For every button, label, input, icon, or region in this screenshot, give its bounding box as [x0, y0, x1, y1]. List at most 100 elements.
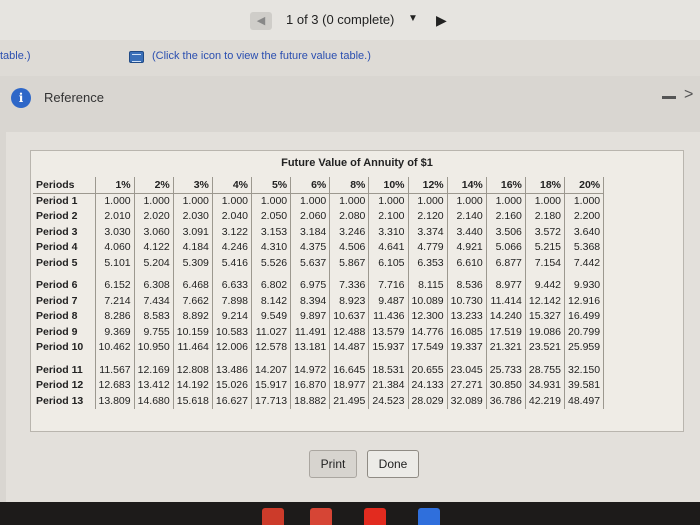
done-button[interactable]: Done: [367, 450, 419, 478]
table-cell: 14.192: [173, 377, 213, 393]
annuity-table-container[interactable]: Future Value of Annuity of $1 Periods 1% 2…: [30, 150, 684, 432]
table-cell: 7.898: [212, 293, 253, 309]
print-button[interactable]: Print: [309, 450, 357, 478]
table-cell: 32.150: [564, 362, 605, 378]
periods-header: Periods: [33, 177, 96, 194]
spacer-cell: [525, 355, 566, 362]
table-cell: 9.549: [251, 308, 292, 324]
table-cell: 5.526: [251, 255, 292, 271]
table-cell: 13.233: [447, 308, 487, 324]
table-cell: 28.755: [525, 362, 566, 378]
period-label: Period 13: [33, 393, 96, 409]
table-cell: 3.091: [173, 224, 213, 240]
youtube-icon[interactable]: [364, 508, 386, 525]
docs-icon[interactable]: [418, 508, 440, 525]
table-cell: 27.271: [447, 377, 487, 393]
table-cell: 8.286: [95, 308, 135, 324]
minimize-icon[interactable]: [662, 96, 676, 99]
table-cell: 2.020: [134, 208, 174, 224]
table-cell: 20.799: [564, 324, 605, 340]
table-cell: 3.153: [251, 224, 292, 240]
table-cell: 2.180: [525, 208, 566, 224]
table-cell: 12.006: [212, 339, 253, 355]
table-row: Period 12 12.683 13.412 14.192 15.026 15.917 1…: [33, 377, 605, 393]
spacer-cell: [486, 355, 526, 362]
table-cell: 3.246: [329, 224, 370, 240]
caret-down-icon[interactable]: ▼: [408, 13, 418, 24]
table-cell: 3.184: [290, 224, 331, 240]
table-cell: 15.937: [368, 339, 409, 355]
info-icon: i: [11, 88, 31, 108]
rate-header: 10%: [368, 177, 409, 194]
table-cell: 4.641: [368, 239, 409, 255]
spacer-cell: [525, 270, 566, 278]
gmail-icon[interactable]: [310, 508, 332, 525]
table-title: Future Value of Annuity of $1: [281, 157, 433, 169]
table-cell: 4.060: [95, 239, 135, 255]
table-cell: 25.959: [564, 339, 605, 355]
spacer-cell: [368, 355, 409, 362]
table-cell: 8.394: [290, 293, 331, 309]
table-row: Period 5 5.101 5.204 5.309 5.416 5.526 5.637 5.…: [33, 255, 605, 271]
instruction-fragment: table.): [0, 50, 31, 62]
table-cell: 5.101: [95, 255, 135, 271]
table-cell: 11.027: [251, 324, 292, 340]
table-cell: 6.610: [447, 255, 487, 271]
table-cell: 12.488: [329, 324, 370, 340]
table-cell: 5.368: [564, 239, 605, 255]
previous-question-button[interactable]: ◀: [250, 12, 272, 30]
chevron-right-icon[interactable]: >: [684, 86, 693, 104]
table-cell: 6.468: [173, 277, 213, 293]
table-cell: 13.579: [368, 324, 409, 340]
period-label: Period 3: [33, 224, 96, 240]
future-value-annuity-table: Periods 1% 2% 3% 4% 5% 6% 8% 10% 12% 14% 16% 18% 20% …: [33, 177, 605, 409]
table-cell: 21.495: [329, 393, 370, 409]
table-cell: 2.200: [564, 208, 605, 224]
table-row: Period 11 11.567 12.169 12.808 13.486 14.207 1…: [33, 362, 605, 378]
table-row: Period 4 4.060 4.122 4.184 4.246 4.310 4.375 4.…: [33, 239, 605, 255]
table-cell: 7.442: [564, 255, 605, 271]
table-cell: 15.917: [251, 377, 292, 393]
table-cell: 23.521: [525, 339, 566, 355]
table-cell: 4.779: [408, 239, 448, 255]
table-cell: 11.567: [95, 362, 135, 378]
table-cell: 1.000: [173, 193, 213, 209]
table-cell: 2.040: [212, 208, 253, 224]
period-label: Period 4: [33, 239, 96, 255]
table-row: Period 1 1.000 1.000 1.000 1.000 1.000 1.000 1.…: [33, 193, 605, 209]
table-cell: 5.309: [173, 255, 213, 271]
table-cell: 28.029: [408, 393, 448, 409]
table-cell: 24.523: [368, 393, 409, 409]
period-label: Period 6: [33, 277, 96, 293]
table-cell: 8.892: [173, 308, 213, 324]
table-cell: 21.321: [486, 339, 526, 355]
table-cell: 2.100: [368, 208, 409, 224]
table-cell: 6.877: [486, 255, 526, 271]
future-value-table-link[interactable]: (Click the icon to view the future value…: [152, 50, 371, 62]
table-cell: 11.491: [290, 324, 331, 340]
rate-header: 4%: [212, 177, 253, 194]
table-cell: 16.085: [447, 324, 487, 340]
table-cell: 14.680: [134, 393, 174, 409]
table-cell: 4.921: [447, 239, 487, 255]
table-cell: 3.440: [447, 224, 487, 240]
table-cell: 12.169: [134, 362, 174, 378]
table-cell: 1.000: [290, 193, 331, 209]
table-cell: 4.375: [290, 239, 331, 255]
table-cell: 3.122: [212, 224, 253, 240]
chrome-icon[interactable]: [262, 508, 284, 525]
table-row: Period 2 2.010 2.020 2.030 2.040 2.050 2.060 2.…: [33, 208, 605, 224]
table-cell: 42.219: [525, 393, 566, 409]
table-cell: 1.000: [134, 193, 174, 209]
table-cell: 11.464: [173, 339, 213, 355]
spacer-cell: [251, 270, 292, 278]
rate-header: 8%: [329, 177, 370, 194]
spacer-cell: [134, 270, 174, 278]
table-cell: 20.655: [408, 362, 448, 378]
table-cell: 2.080: [329, 208, 370, 224]
future-value-table-icon[interactable]: [129, 51, 144, 63]
next-question-button[interactable]: ▶: [436, 12, 447, 29]
table-cell: 30.850: [486, 377, 526, 393]
right-arrow-icon: ▶: [436, 12, 447, 28]
table-cell: 1.000: [368, 193, 409, 209]
